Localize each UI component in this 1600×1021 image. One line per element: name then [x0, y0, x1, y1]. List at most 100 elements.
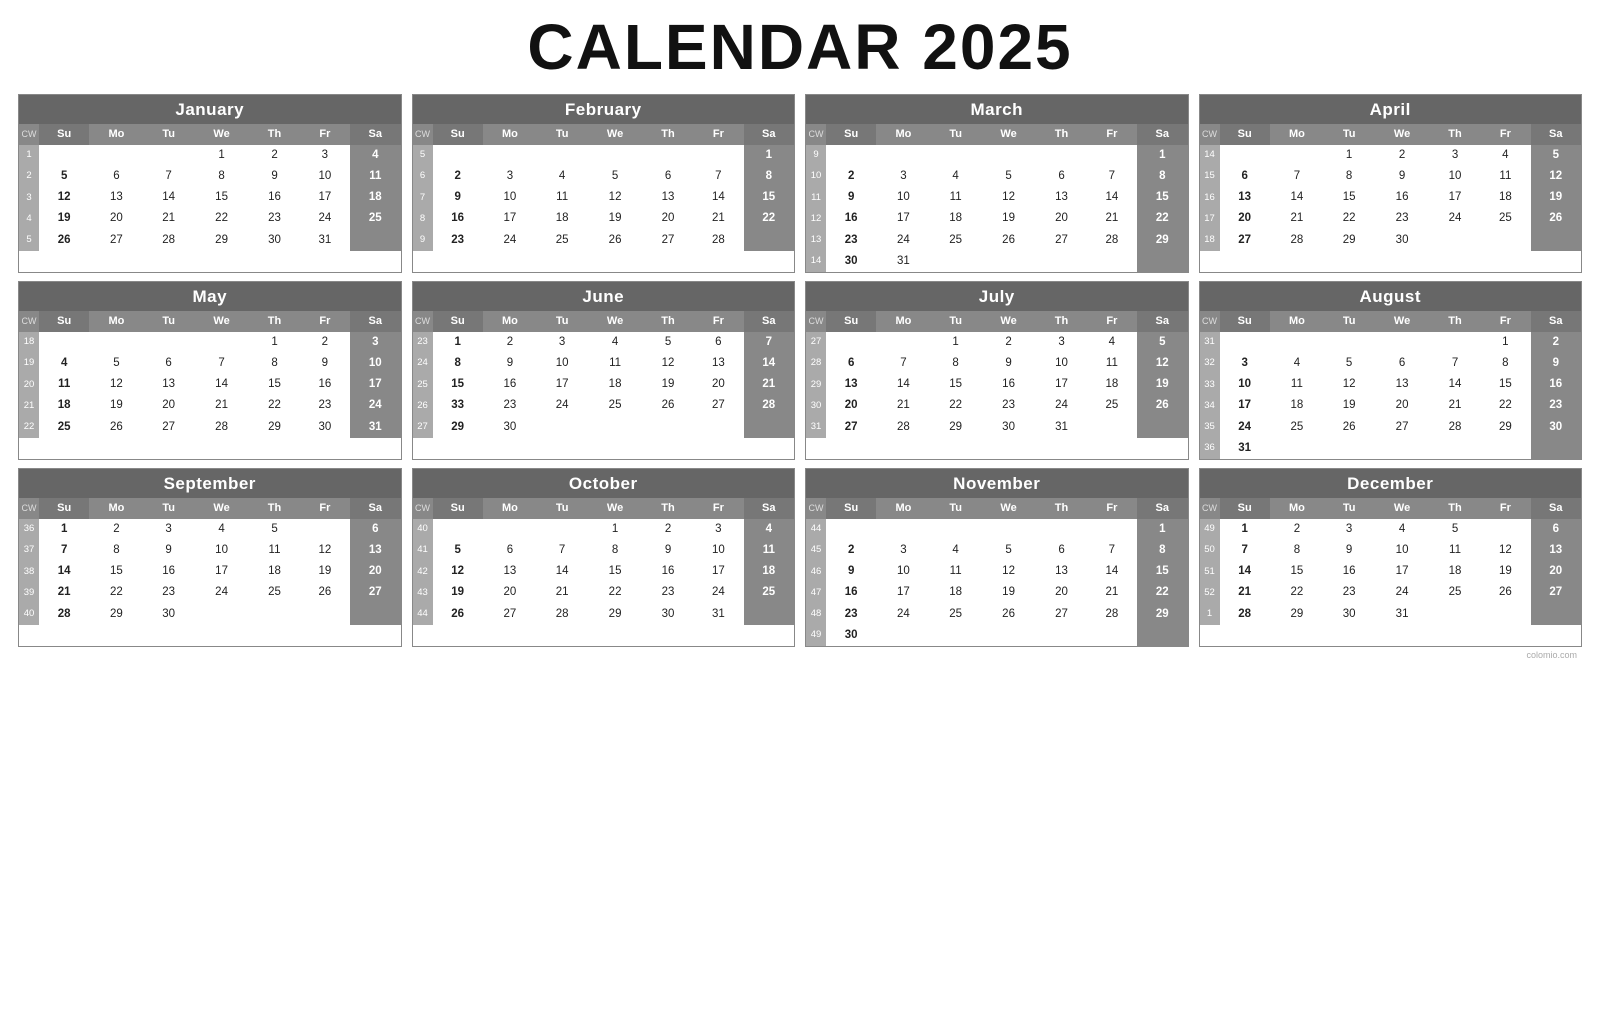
day-cell: 25: [1430, 582, 1480, 603]
day-column-header-th: Th: [249, 311, 299, 332]
day-column-header-we: We: [587, 311, 643, 332]
day-cell: 9: [1324, 540, 1374, 561]
sunday-cell: 12: [433, 561, 483, 582]
day-cell: [537, 145, 587, 166]
footer-note: colomio.com: [18, 650, 1582, 660]
day-cell: [1480, 438, 1530, 459]
cw-column-header: CW: [19, 124, 39, 145]
sa-column-header: Sa: [350, 498, 400, 519]
day-cell: 24: [1036, 395, 1086, 416]
sunday-cell: 23: [826, 604, 876, 625]
cw-cell: 39: [19, 582, 39, 603]
day-cell: 15: [587, 561, 643, 582]
day-cell: [194, 604, 250, 625]
week-row: 286789101112: [806, 353, 1188, 374]
day-column-header-fr: Fr: [693, 311, 743, 332]
day-cell: 6: [89, 166, 143, 187]
saturday-cell: [744, 417, 794, 438]
day-cell: 11: [1087, 353, 1137, 374]
sa-column-header: Sa: [744, 124, 794, 145]
cw-cell: 24: [413, 353, 433, 374]
day-cell: 5: [643, 332, 693, 353]
calendars-grid: JanuaryCWSuMoTuWeThFrSa11234256789101131…: [18, 94, 1582, 647]
week-row: 18123: [19, 332, 401, 353]
day-cell: 30: [1324, 604, 1374, 625]
day-cell: 15: [930, 374, 980, 395]
day-cell: 28: [1430, 417, 1480, 438]
day-cell: 29: [930, 417, 980, 438]
saturday-cell: 1: [1137, 519, 1187, 540]
day-column-header-fr: Fr: [1480, 311, 1530, 332]
day-cell: 26: [587, 230, 643, 251]
day-cell: 9: [300, 353, 350, 374]
sunday-cell: 1: [433, 332, 483, 353]
day-column-header-th: Th: [1430, 124, 1480, 145]
cw-cell: 21: [19, 395, 39, 416]
cw-cell: 3: [19, 187, 39, 208]
day-cell: 11: [537, 187, 587, 208]
day-cell: 18: [1270, 395, 1324, 416]
day-cell: 4: [1374, 519, 1430, 540]
month-header-november: November: [806, 469, 1188, 498]
day-column-header-th: Th: [643, 124, 693, 145]
day-cell: 6: [693, 332, 743, 353]
day-cell: 6: [1036, 540, 1086, 561]
day-cell: 12: [89, 374, 143, 395]
day-cell: 2: [981, 332, 1037, 353]
day-cell: [876, 332, 930, 353]
saturday-cell: 8: [1137, 540, 1187, 561]
day-cell: 18: [537, 208, 587, 229]
day-cell: 20: [643, 208, 693, 229]
day-cell: 14: [1430, 374, 1480, 395]
day-cell: 30: [143, 604, 193, 625]
day-cell: 18: [930, 582, 980, 603]
day-cell: 16: [981, 374, 1037, 395]
week-row: 4716171819202122: [806, 582, 1188, 603]
su-column-header: Su: [1220, 124, 1270, 145]
day-cell: 18: [587, 374, 643, 395]
day-cell: 7: [1087, 540, 1137, 561]
day-cell: 15: [1270, 561, 1324, 582]
day-cell: 12: [587, 187, 643, 208]
day-cell: [249, 604, 299, 625]
week-row: 469101112131415: [806, 561, 1188, 582]
day-cell: 30: [300, 417, 350, 438]
saturday-cell: [1137, 251, 1187, 272]
day-cell: [483, 145, 537, 166]
week-row: 231234567: [413, 332, 795, 353]
sa-column-header: Sa: [1531, 124, 1581, 145]
week-row: 41567891011: [413, 540, 795, 561]
saturday-cell: 11: [744, 540, 794, 561]
day-cell: 7: [1087, 166, 1137, 187]
day-cell: 11: [1430, 540, 1480, 561]
day-cell: 9: [1374, 166, 1430, 187]
cw-cell: 52: [1200, 582, 1220, 603]
month-block-june: JuneCWSuMoTuWeThFrSa23123456724891011121…: [412, 281, 796, 460]
day-cell: 21: [1270, 208, 1324, 229]
day-cell: 6: [643, 166, 693, 187]
saturday-cell: 12: [1137, 353, 1187, 374]
day-cell: 18: [249, 561, 299, 582]
day-cell: 11: [1480, 166, 1530, 187]
cw-cell: 19: [19, 353, 39, 374]
day-cell: 7: [693, 166, 743, 187]
saturday-cell: 4: [350, 145, 400, 166]
sunday-cell: 5: [39, 166, 89, 187]
sunday-cell: [39, 145, 89, 166]
day-cell: 18: [1087, 374, 1137, 395]
cw-cell: 6: [413, 166, 433, 187]
day-column-header-tu: Tu: [143, 498, 193, 519]
month-block-december: DecemberCWSuMoTuWeThFrSa4912345650789101…: [1199, 468, 1583, 647]
cw-column-header: CW: [413, 124, 433, 145]
day-cell: 25: [249, 582, 299, 603]
day-cell: [537, 417, 587, 438]
day-column-header-tu: Tu: [1324, 124, 1374, 145]
day-cell: 31: [300, 230, 350, 251]
day-cell: 17: [194, 561, 250, 582]
day-cell: 22: [1324, 208, 1374, 229]
day-column-header-th: Th: [1036, 498, 1086, 519]
day-cell: [537, 519, 587, 540]
day-cell: [1430, 438, 1480, 459]
week-row: 1216171819202122: [806, 208, 1188, 229]
day-cell: [1324, 332, 1374, 353]
